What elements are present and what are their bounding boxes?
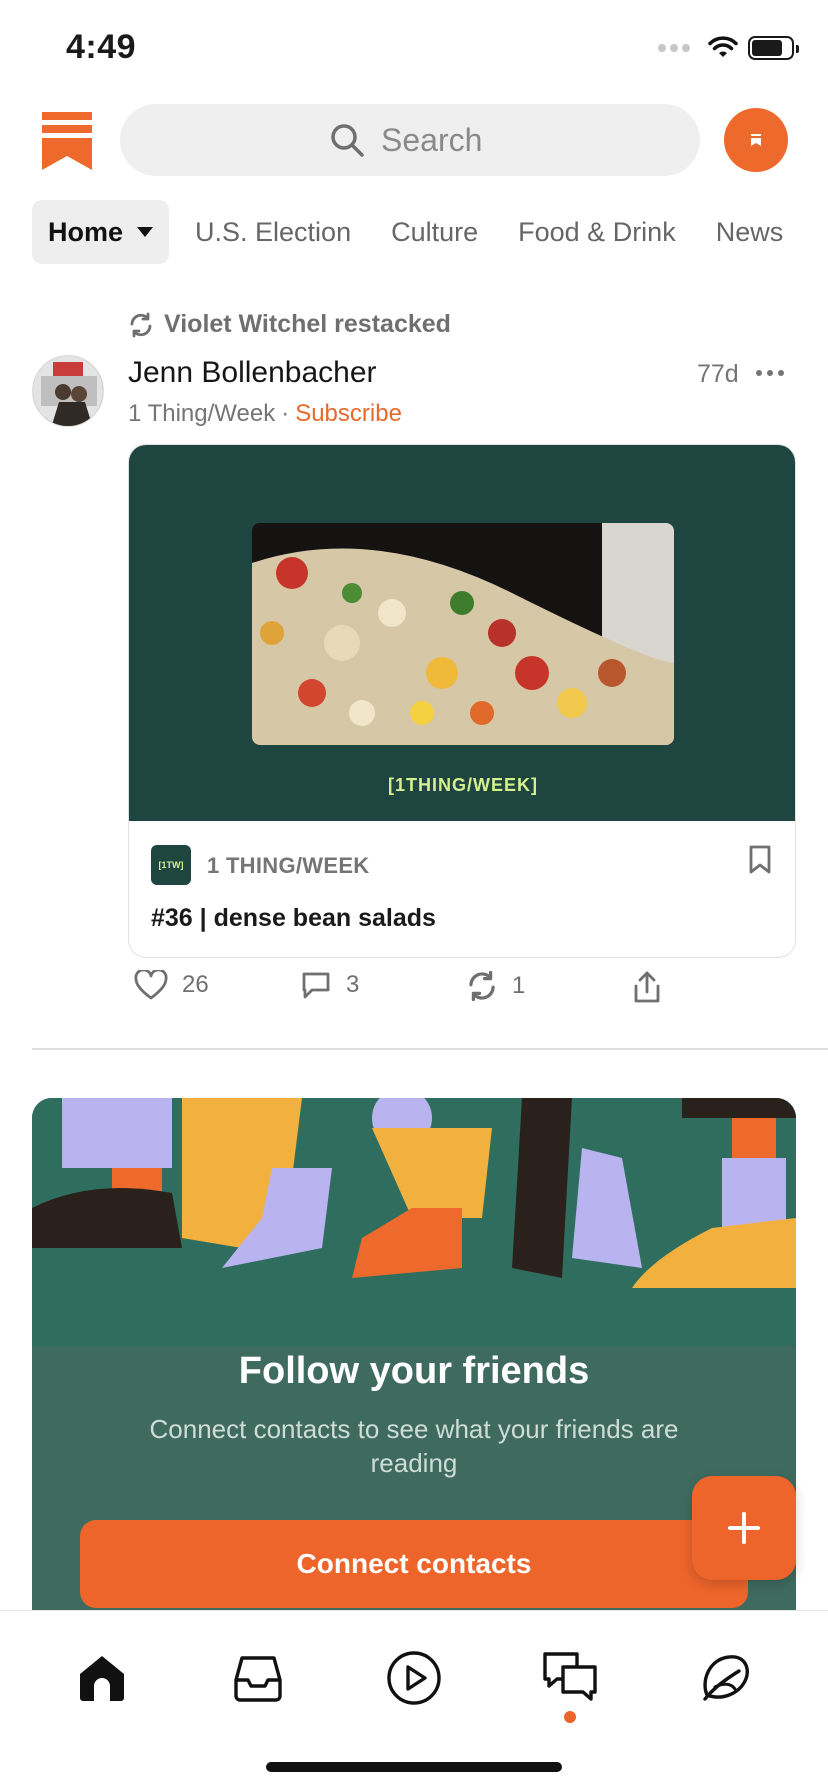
author-avatar[interactable]: [32, 355, 104, 427]
like-button[interactable]: 26: [134, 970, 209, 1000]
post-image: [252, 523, 674, 745]
share-button[interactable]: [632, 970, 662, 1004]
connect-contacts-button[interactable]: Connect contacts: [80, 1520, 748, 1608]
category-tabs: Home U.S. Election Culture Food & Drink …: [32, 200, 828, 264]
restack-attribution[interactable]: Violet Witchel restacked: [128, 310, 451, 339]
more-options-icon[interactable]: [756, 370, 784, 376]
restack-icon: [130, 312, 152, 337]
follow-friends-card: Follow your friends Connect contacts to …: [32, 1098, 796, 1618]
explore-icon: [703, 1655, 749, 1701]
author-name[interactable]: Jenn Bollenbacher: [128, 356, 377, 390]
like-count: 26: [182, 971, 209, 998]
comment-count: 3: [346, 971, 360, 998]
profile-avatar-icon: [751, 134, 761, 146]
author-photo: [33, 356, 103, 426]
substack-logo-icon[interactable]: [42, 112, 92, 170]
wifi-icon: [708, 36, 738, 57]
tab-news[interactable]: News: [696, 200, 804, 264]
status-icons: [658, 36, 799, 60]
feed-divider: [32, 1048, 828, 1050]
search-icon: [331, 124, 364, 157]
promo-subtitle: Connect contacts to see what your friend…: [149, 1414, 679, 1478]
caret-down-icon: [137, 227, 154, 237]
play-icon: [387, 1651, 441, 1705]
chat-unread-dot: [564, 1711, 576, 1723]
nav-inbox[interactable]: [218, 1641, 298, 1715]
publication-name[interactable]: 1 Thing/Week: [128, 400, 275, 427]
home-icon: [80, 1656, 124, 1701]
battery-icon: [748, 36, 799, 60]
post-hero: [1THING/WEEK]: [129, 445, 795, 821]
comment-button[interactable]: 3: [300, 970, 359, 1000]
hero-brand-text: [1THING/WEEK]: [388, 775, 538, 795]
comment-icon: [302, 972, 330, 999]
tab-culture[interactable]: Culture: [371, 200, 498, 264]
tab-home[interactable]: Home: [32, 200, 170, 264]
heart-icon: [134, 970, 168, 1000]
tab-label: Home: [48, 216, 124, 247]
plus-icon: [728, 1512, 760, 1544]
post-actions: 26 3 1: [128, 970, 688, 1020]
restack-label: Violet Witchel restacked: [164, 310, 451, 338]
tab-us-election[interactable]: U.S. Election: [175, 200, 371, 264]
subscribe-link[interactable]: Subscribe: [295, 400, 402, 427]
promo-illustration: [32, 1098, 796, 1346]
nav-explore[interactable]: [686, 1641, 766, 1715]
separator: ·: [281, 400, 290, 427]
publication-logo: [1TW]: [151, 845, 191, 885]
post-card-footer: [1TW] 1 THING/WEEK #36 | dense bean sala…: [129, 821, 795, 957]
restack-count: 1: [512, 972, 526, 999]
post-title[interactable]: #36 | dense bean salads: [151, 904, 436, 933]
tab-food-drink[interactable]: Food & Drink: [498, 200, 696, 264]
card-publication-name: 1 THING/WEEK: [207, 853, 370, 878]
app-header: [0, 104, 828, 176]
nav-home[interactable]: [62, 1641, 142, 1715]
bookmark-icon[interactable]: [749, 845, 771, 875]
cellular-signal-icon: [658, 44, 690, 52]
inbox-icon: [234, 1656, 282, 1702]
search-input[interactable]: [381, 121, 491, 159]
nav-chat[interactable]: [530, 1641, 610, 1715]
post-age: 77d: [697, 360, 739, 388]
search-bar[interactable]: [120, 104, 700, 176]
home-indicator[interactable]: [266, 1762, 562, 1772]
restack-button[interactable]: 1: [466, 970, 525, 1002]
publication-line: 1 Thing/Week · Subscribe: [128, 400, 402, 428]
compose-fab[interactable]: [692, 1476, 796, 1580]
post-card[interactable]: [1THING/WEEK] [1TW] 1 THING/WEEK #36 | d…: [128, 444, 796, 958]
share-icon: [634, 971, 660, 1003]
status-bar: 4:49: [0, 0, 828, 90]
profile-avatar-button[interactable]: [724, 108, 788, 172]
status-time: 4:49: [66, 28, 137, 66]
battery-fill: [752, 40, 783, 56]
promo-title: Follow your friends: [238, 1350, 590, 1392]
restack-icon: [469, 970, 495, 1002]
nav-media[interactable]: [374, 1641, 454, 1715]
chat-icon: [543, 1652, 597, 1701]
